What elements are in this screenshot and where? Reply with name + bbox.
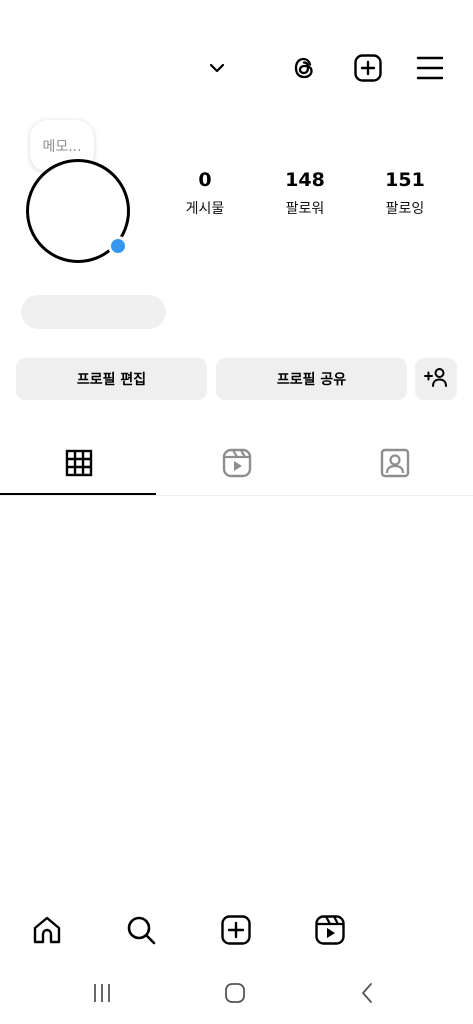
- active-tab-indicator: [0, 493, 156, 495]
- search-icon[interactable]: [124, 913, 158, 947]
- tab-reels[interactable]: [158, 436, 315, 494]
- menu-icon[interactable]: [414, 52, 446, 84]
- stat-posts[interactable]: 0 게시물: [160, 168, 250, 220]
- edit-profile-button[interactable]: 프로필 편집: [16, 358, 207, 400]
- following-count: 151: [385, 169, 425, 191]
- person-plus-icon: [424, 367, 448, 391]
- reels-icon[interactable]: [313, 913, 347, 947]
- profile-header: [0, 40, 473, 100]
- tab-grid[interactable]: [0, 436, 157, 494]
- tagged-icon: [380, 448, 410, 482]
- reels-icon: [222, 448, 252, 482]
- posts-count: 0: [198, 169, 212, 191]
- note-placeholder: 메모...: [42, 139, 82, 155]
- username-placeholder: [21, 295, 166, 329]
- tab-tagged[interactable]: [316, 436, 473, 494]
- create-icon[interactable]: [352, 52, 384, 84]
- stat-followers[interactable]: 148 팔로워: [260, 168, 350, 220]
- followers-label: 팔로워: [285, 201, 325, 217]
- bottom-navigation: [0, 905, 473, 955]
- recents-icon[interactable]: [89, 980, 115, 1006]
- back-icon[interactable]: [355, 980, 381, 1006]
- share-profile-button[interactable]: 프로필 공유: [216, 358, 407, 400]
- profile-tabs: [0, 436, 473, 496]
- following-label: 팔로잉: [385, 201, 425, 217]
- chevron-down-icon[interactable]: [205, 56, 229, 80]
- stat-following[interactable]: 151 팔로잉: [360, 168, 450, 220]
- grid-icon: [65, 449, 93, 481]
- add-story-badge[interactable]: [108, 236, 128, 256]
- followers-count: 148: [285, 169, 325, 191]
- home-icon[interactable]: [30, 913, 64, 947]
- posts-label: 게시물: [185, 201, 225, 217]
- create-icon[interactable]: [219, 913, 253, 947]
- home-button-icon[interactable]: [222, 980, 248, 1006]
- threads-icon[interactable]: [288, 52, 320, 84]
- add-friend-button[interactable]: [415, 358, 457, 400]
- system-navigation: [0, 972, 473, 1012]
